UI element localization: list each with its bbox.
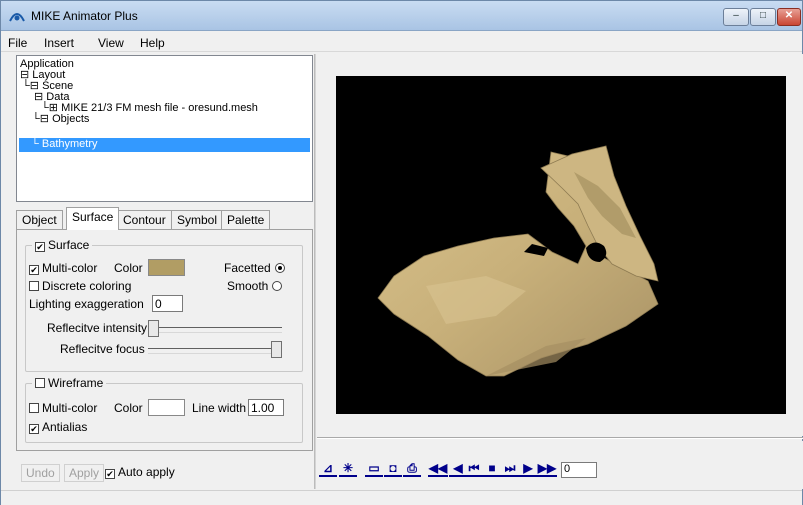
tab-surface[interactable]: Surface xyxy=(66,207,120,230)
discrete-coloring-option[interactable]: Discrete coloring xyxy=(29,279,131,293)
minimize-button[interactable]: – xyxy=(723,8,749,26)
first-frame-icon[interactable]: ⏮ xyxy=(465,461,483,477)
lighting-exaggeration-input[interactable]: 0 xyxy=(152,295,183,312)
tree-item-objects[interactable]: └⊟ Objects xyxy=(32,114,89,125)
menu-bar: File Insert View Help xyxy=(1,32,802,52)
camera-icon[interactable]: ▭ xyxy=(365,461,383,477)
line-width-input[interactable]: 1.00 xyxy=(248,399,284,416)
surface-group: ✔ Surface ✔ Multi-color Color Facetted Dis… xyxy=(25,238,303,372)
surface-checkbox[interactable]: ✔ xyxy=(35,242,45,252)
tree-item-bathymetry[interactable]: └ Bathymetry xyxy=(31,139,98,150)
layout-tree[interactable]: Application ⊟ Layout └⊟ Scene ⊟ Data └⊞ … xyxy=(16,55,313,202)
antialias-checkbox[interactable]: ✔ xyxy=(29,424,39,434)
reflective-intensity-label: Reflecitve intensity xyxy=(47,321,148,335)
auto-apply-option[interactable]: ✔ Auto apply xyxy=(105,465,175,479)
menu-insert[interactable]: Insert xyxy=(44,36,74,50)
title-bar[interactable]: MIKE Animator Plus – □ ✕ xyxy=(1,1,802,31)
surface-tab-page: ✔ Surface ✔ Multi-color Color Facetted Dis… xyxy=(16,229,313,451)
asterisk-icon[interactable]: ✳ xyxy=(339,461,357,477)
fast-forward-icon[interactable]: ▶▶ xyxy=(537,461,557,477)
apply-bar: Undo Apply ✔ Auto apply xyxy=(16,459,313,483)
close-button[interactable]: ✕ xyxy=(777,8,801,26)
tab-palette[interactable]: Palette xyxy=(221,210,271,229)
app-window: MIKE Animator Plus – □ ✕ File Insert Vie… xyxy=(0,0,803,505)
maximize-button[interactable]: □ xyxy=(750,8,776,26)
apply-button[interactable]: Apply xyxy=(64,464,105,482)
menu-view[interactable]: View xyxy=(98,36,124,50)
photo-camera-icon[interactable]: ◘ xyxy=(384,461,402,477)
frame-number-input[interactable]: 0 xyxy=(561,462,597,478)
menu-help[interactable]: Help xyxy=(140,36,165,50)
surface-color-label: Color xyxy=(114,261,143,275)
surface-multicolor-checkbox[interactable]: ✔ xyxy=(29,265,39,275)
menu-file[interactable]: File xyxy=(8,36,27,50)
3d-viewport[interactable] xyxy=(336,76,786,414)
wireframe-group-title[interactable]: Wireframe xyxy=(32,376,107,390)
step-forward-icon[interactable]: ▶ xyxy=(519,461,537,477)
wireframe-group: Wireframe Multi-color Color Line width 1… xyxy=(25,376,303,443)
auto-apply-checkbox[interactable]: ✔ xyxy=(105,469,115,479)
wireframe-multicolor-option[interactable]: Multi-color xyxy=(29,401,97,415)
wireframe-multicolor-checkbox[interactable] xyxy=(29,403,39,413)
wireframe-color-label: Color xyxy=(114,401,143,415)
chart-icon[interactable]: ⊿ xyxy=(319,461,337,477)
reflective-intensity-slider[interactable] xyxy=(148,327,282,333)
discrete-coloring-checkbox[interactable] xyxy=(29,281,39,291)
surface-multicolor-option[interactable]: ✔ Multi-color xyxy=(29,261,97,275)
status-bar xyxy=(1,490,802,505)
surface-group-title[interactable]: ✔ Surface xyxy=(32,238,93,252)
wireframe-checkbox[interactable] xyxy=(35,378,45,388)
line-width-label: Line width xyxy=(192,401,247,415)
antialias-option[interactable]: ✔ Antialias xyxy=(29,420,87,434)
lighting-exaggeration-label: Lighting exaggeration xyxy=(29,297,144,311)
surface-color-swatch[interactable] xyxy=(148,259,185,276)
reflective-focus-label: Reflecitve focus xyxy=(60,342,145,356)
reflective-focus-thumb[interactable] xyxy=(271,341,282,358)
smooth-radio[interactable] xyxy=(272,281,283,291)
facetted-option[interactable]: Facetted xyxy=(224,261,285,275)
smooth-option[interactable]: Smooth xyxy=(227,279,283,293)
tab-symbol[interactable]: Symbol xyxy=(171,210,224,229)
window-title: MIKE Animator Plus xyxy=(31,9,138,23)
rewind-icon[interactable]: ◀◀ xyxy=(428,461,448,477)
toolbar-separator xyxy=(317,437,803,439)
panel-splitter[interactable] xyxy=(314,54,316,489)
tab-contour[interactable]: Contour xyxy=(117,210,172,229)
reflective-focus-slider[interactable] xyxy=(148,348,282,354)
undo-button[interactable]: Undo xyxy=(21,464,60,482)
reflective-intensity-thumb[interactable] xyxy=(148,320,159,337)
stop-icon[interactable]: ■ xyxy=(483,461,501,477)
facetted-radio[interactable] xyxy=(274,263,285,273)
tab-object[interactable]: Object xyxy=(16,210,63,229)
printer-icon[interactable]: ⎙ xyxy=(403,461,421,477)
animation-toolbar: ⊿ ✳ ▭ ◘ ⎙ ◀◀ ◀ ⏮ ■ ⏭ ▶ ▶▶ 0 xyxy=(317,441,803,489)
wireframe-color-swatch[interactable] xyxy=(148,399,185,416)
app-icon xyxy=(9,13,25,22)
last-frame-icon[interactable]: ⏭ xyxy=(501,461,519,477)
